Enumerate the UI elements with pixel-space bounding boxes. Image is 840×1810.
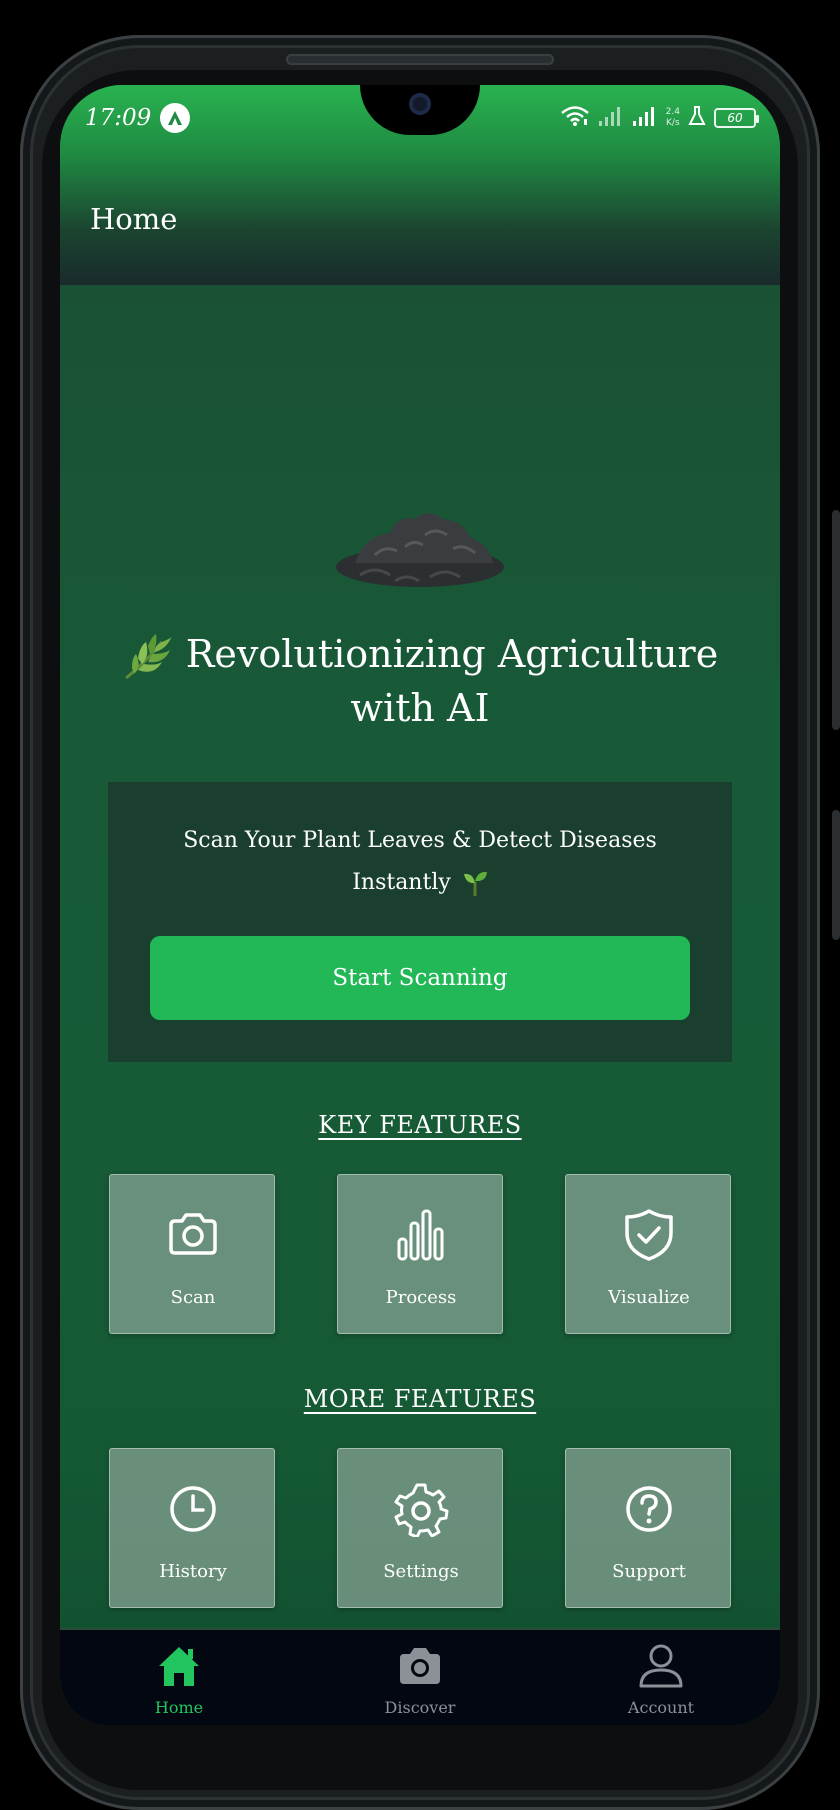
herb-leaf-icon bbox=[124, 633, 172, 679]
gear-icon bbox=[394, 1483, 449, 1537]
feature-tile-process[interactable]: Process bbox=[337, 1174, 503, 1334]
feature-tile-history[interactable]: History bbox=[109, 1448, 275, 1608]
network-speed: 2.4 K/s bbox=[666, 107, 680, 129]
wifi-icon bbox=[560, 105, 590, 131]
scan-description: Scan Your Plant Leaves & Detect Diseases… bbox=[138, 820, 702, 904]
shield-check-icon bbox=[625, 1209, 673, 1261]
bar-chart-icon bbox=[397, 1209, 444, 1261]
user-icon bbox=[639, 1644, 683, 1688]
network-speed-value: 2.4 bbox=[665, 107, 680, 117]
clock-icon bbox=[170, 1486, 216, 1532]
feature-tile-label: Process bbox=[385, 1287, 457, 1308]
camera-icon bbox=[169, 1213, 217, 1255]
flask-icon bbox=[688, 105, 706, 131]
hero-title-line2: with AI bbox=[350, 685, 490, 730]
speaker-grille bbox=[286, 54, 554, 65]
feature-tile-label: Settings bbox=[383, 1561, 459, 1582]
feature-tile-scan[interactable]: Scan bbox=[109, 1174, 275, 1334]
scan-card: Scan Your Plant Leaves & Detect Diseases… bbox=[108, 782, 732, 1062]
volume-button bbox=[832, 510, 840, 730]
feature-tile-visualize[interactable]: Visualize bbox=[565, 1174, 731, 1334]
power-button bbox=[832, 810, 840, 940]
feature-tile-support[interactable]: Support bbox=[565, 1448, 731, 1608]
key-features-heading: KEY FEATURES bbox=[318, 1111, 522, 1139]
status-icons: 2.4 K/s 60 bbox=[560, 105, 759, 131]
signal-icon bbox=[598, 105, 624, 131]
feature-tile-settings[interactable]: Settings bbox=[337, 1448, 503, 1608]
soil-mound-icon bbox=[336, 513, 504, 587]
app-screen: 17:09 2.4 K/s 60 Home Revolutionizing Ag… bbox=[60, 85, 780, 1725]
nav-item-account[interactable]: Account bbox=[591, 1630, 731, 1725]
signal-icon-2 bbox=[632, 105, 658, 131]
seedling-icon bbox=[463, 871, 487, 896]
status-time: 17:09 bbox=[85, 105, 152, 131]
nav-item-discover[interactable]: Discover bbox=[350, 1630, 490, 1725]
battery-indicator: 60 bbox=[714, 108, 759, 128]
feature-tile-label: Support bbox=[612, 1561, 686, 1582]
feature-tile-label: Scan bbox=[170, 1287, 216, 1308]
feature-tile-label: Visualize bbox=[608, 1287, 690, 1308]
more-features-heading: MORE FEATURES bbox=[303, 1385, 537, 1413]
page-title: Home bbox=[90, 202, 178, 236]
hero-title: Revolutionizing Agriculture with AI bbox=[80, 628, 760, 734]
help-circle-icon bbox=[626, 1486, 672, 1532]
camera-icon bbox=[400, 1648, 440, 1684]
nav-label-discover: Discover bbox=[384, 1698, 456, 1717]
front-camera bbox=[409, 93, 431, 115]
nav-label-home: Home bbox=[154, 1698, 204, 1717]
app-notification-icon bbox=[160, 103, 190, 133]
network-speed-unit: K/s bbox=[666, 118, 680, 128]
nav-item-home[interactable]: Home bbox=[109, 1630, 249, 1725]
feature-tile-label: History bbox=[159, 1561, 227, 1582]
scan-description-line2: Instantly bbox=[352, 870, 451, 895]
start-scanning-button[interactable]: Start Scanning bbox=[150, 936, 690, 1020]
bottom-navigation: Home Discover Account bbox=[60, 1628, 780, 1725]
nav-label-account: Account bbox=[627, 1698, 695, 1717]
scan-description-line1: Scan Your Plant Leaves & Detect Diseases bbox=[183, 828, 657, 853]
home-icon bbox=[159, 1647, 199, 1686]
hero-title-line1: Revolutionizing Agriculture bbox=[185, 632, 719, 676]
